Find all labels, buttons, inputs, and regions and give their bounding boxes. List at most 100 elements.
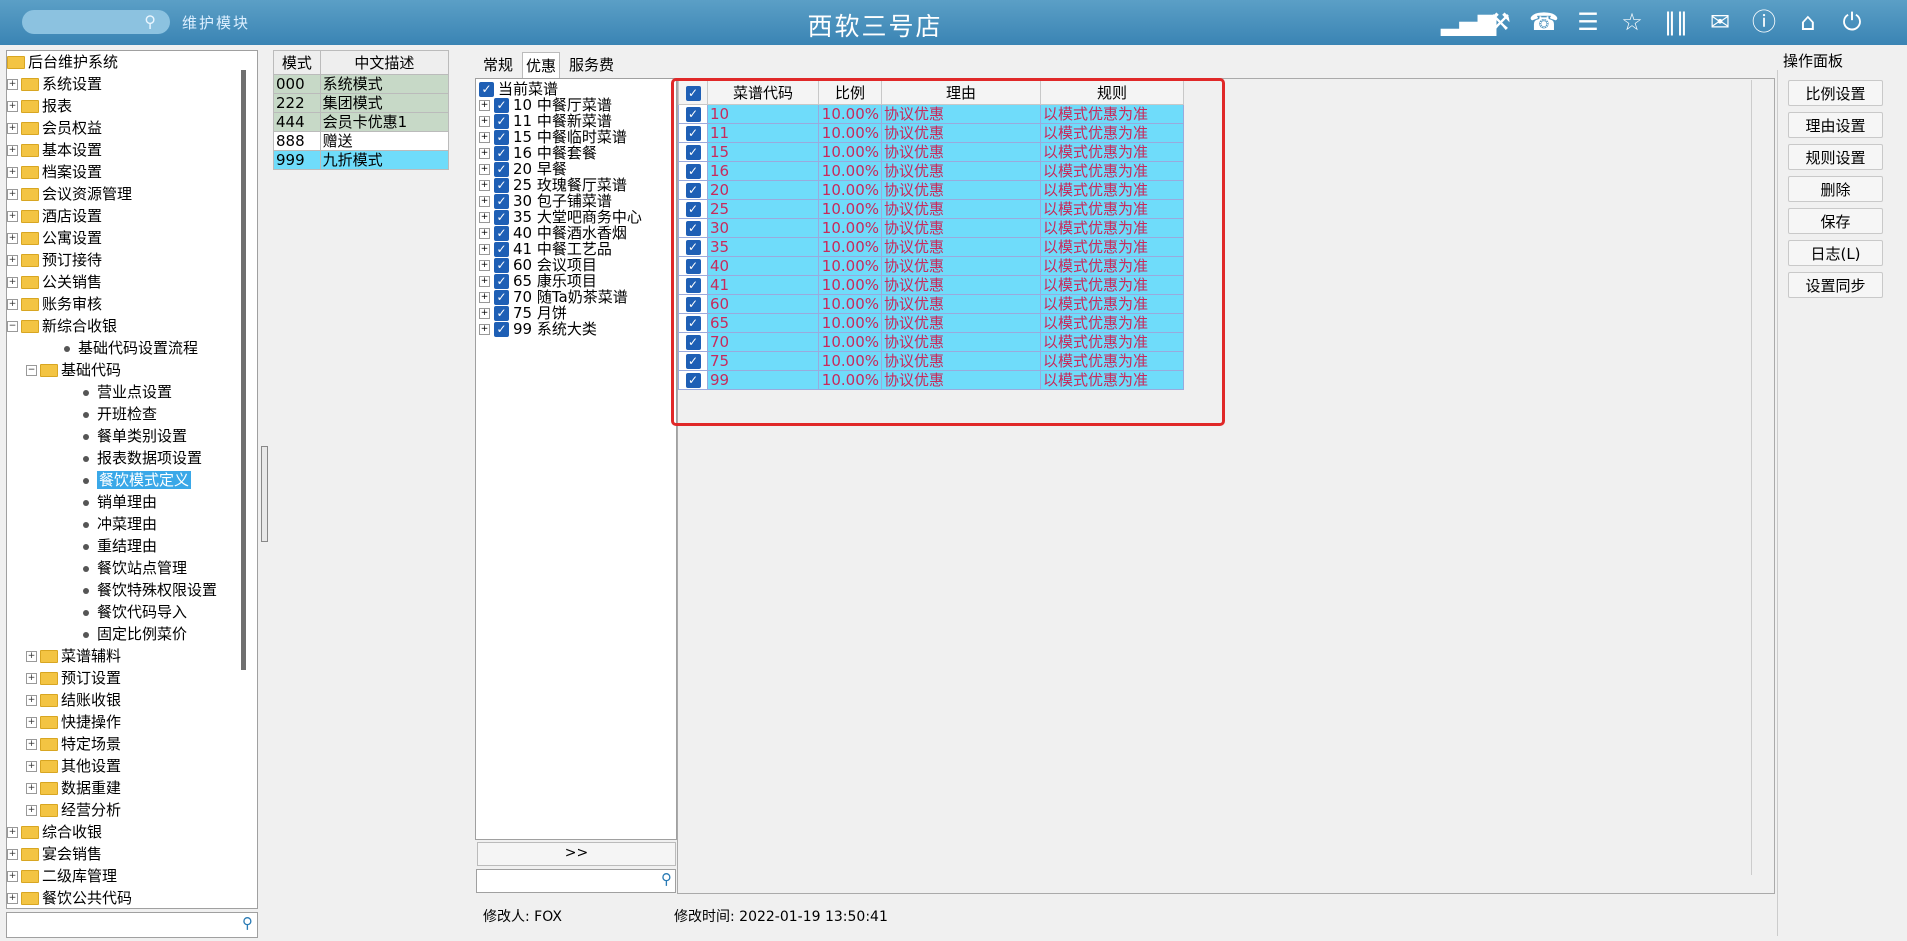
grid-cell-rule[interactable]: 以模式优惠为准: [1040, 237, 1184, 257]
grid-cell-rule[interactable]: 以模式优惠为准: [1040, 218, 1184, 238]
grid-cell-reason[interactable]: 协议优惠: [881, 256, 1041, 276]
check-icon[interactable]: ✓: [494, 274, 509, 289]
tree-item[interactable]: 报表数据项设置: [45, 447, 202, 469]
expand-icon[interactable]: +: [7, 893, 18, 904]
tree-item[interactable]: 开班检查: [45, 403, 157, 425]
log-button[interactable]: 日志(L): [1788, 240, 1883, 266]
grid-col-reason[interactable]: 理由: [881, 80, 1041, 105]
search-icon[interactable]: ⚲: [144, 12, 156, 31]
expand-icon[interactable]: +: [26, 717, 37, 728]
category-item[interactable]: + ✓ 15 中餐临时菜谱: [479, 129, 627, 145]
tree-item[interactable]: + 公关销售: [7, 271, 102, 293]
row-checkbox[interactable]: ✓: [678, 218, 708, 238]
module-search-input[interactable]: ⚲: [22, 10, 170, 34]
category-item[interactable]: + ✓ 70 随Ta奶茶菜谱: [479, 289, 628, 305]
grid-cell-reason[interactable]: 协议优惠: [881, 294, 1041, 314]
expand-icon[interactable]: +: [479, 292, 490, 303]
grid-cell-ratio[interactable]: 10.00%: [818, 313, 882, 333]
grid-cell-ratio[interactable]: 10.00%: [818, 142, 882, 162]
grid-cell-code[interactable]: 25: [707, 199, 819, 219]
grid-cell-reason[interactable]: 协议优惠: [881, 161, 1041, 181]
grid-cell-reason[interactable]: 协议优惠: [881, 104, 1041, 124]
grid-row[interactable]: ✓ 11 10.00% 协议优惠 以模式优惠为准: [678, 123, 1184, 143]
row-checkbox[interactable]: ✓: [678, 161, 708, 181]
expand-icon[interactable]: +: [26, 695, 37, 706]
category-item[interactable]: + ✓ 30 包子铺菜谱: [479, 193, 612, 209]
grid-cell-reason[interactable]: 协议优惠: [881, 218, 1041, 238]
row-checkbox[interactable]: ✓: [678, 123, 708, 143]
grid-cell-ratio[interactable]: 10.00%: [818, 332, 882, 352]
grid-cell-rule[interactable]: 以模式优惠为准: [1040, 123, 1184, 143]
row-checkbox[interactable]: ✓: [678, 313, 708, 333]
check-icon[interactable]: ✓: [494, 306, 509, 321]
desc-col-header[interactable]: 中文描述: [319, 50, 450, 75]
grid-col-code[interactable]: 菜谱代码: [707, 80, 819, 105]
grid-row[interactable]: ✓ 16 10.00% 协议优惠 以模式优惠为准: [678, 161, 1184, 181]
check-icon[interactable]: ✓: [494, 322, 509, 337]
home-icon[interactable]: ⌂: [1793, 6, 1823, 38]
grid-cell-reason[interactable]: 协议优惠: [881, 332, 1041, 352]
grid-row[interactable]: ✓ 35 10.00% 协议优惠 以模式优惠为准: [678, 237, 1184, 257]
tree-item[interactable]: 餐饮站点管理: [45, 557, 187, 579]
category-item[interactable]: + ✓ 41 中餐工艺品: [479, 241, 612, 257]
tree-item[interactable]: 固定比例菜价: [45, 623, 187, 645]
tree-item[interactable]: − 新综合收银: [7, 315, 117, 337]
check-icon[interactable]: ✓: [479, 82, 494, 97]
collapse-icon[interactable]: −: [26, 365, 37, 376]
row-checkbox[interactable]: ✓: [678, 142, 708, 162]
check-icon[interactable]: ✓: [494, 258, 509, 273]
expand-icon[interactable]: +: [7, 101, 18, 112]
expand-icon[interactable]: +: [479, 148, 490, 159]
grid-row[interactable]: ✓ 75 10.00% 协议优惠 以模式优惠为准: [678, 351, 1184, 371]
check-icon[interactable]: ✓: [494, 146, 509, 161]
mode-row[interactable]: 222 集团模式: [273, 93, 450, 113]
tree-item[interactable]: + 报表: [7, 95, 72, 117]
tree-item[interactable]: + 经营分析: [26, 799, 121, 821]
grid-cell-ratio[interactable]: 10.00%: [818, 161, 882, 181]
ratio-settings-button[interactable]: 比例设置: [1788, 80, 1883, 106]
check-icon[interactable]: ✓: [494, 114, 509, 129]
tree-item[interactable]: + 特定场景: [26, 733, 121, 755]
row-checkbox[interactable]: ✓: [678, 199, 708, 219]
grid-row[interactable]: ✓ 30 10.00% 协议优惠 以模式优惠为准: [678, 218, 1184, 238]
grid-cell-ratio[interactable]: 10.00%: [818, 370, 882, 390]
star-icon[interactable]: ☆: [1617, 6, 1647, 38]
grid-cell-code[interactable]: 30: [707, 218, 819, 238]
grid-row[interactable]: ✓ 41 10.00% 协议优惠 以模式优惠为准: [678, 275, 1184, 295]
tree-item[interactable]: 冲菜理由: [45, 513, 157, 535]
expand-icon[interactable]: +: [7, 849, 18, 860]
grid-cell-code[interactable]: 11: [707, 123, 819, 143]
grid-cell-ratio[interactable]: 10.00%: [818, 256, 882, 276]
search-icon[interactable]: ⚲: [661, 870, 672, 888]
grid-cell-rule[interactable]: 以模式优惠为准: [1040, 199, 1184, 219]
grid-cell-reason[interactable]: 协议优惠: [881, 237, 1041, 257]
tree-item[interactable]: + 其他设置: [26, 755, 121, 777]
tree-item[interactable]: + 会议资源管理: [7, 183, 132, 205]
grid-cell-rule[interactable]: 以模式优惠为准: [1040, 161, 1184, 181]
grid-col-rule[interactable]: 规则: [1040, 80, 1184, 105]
grid-row[interactable]: ✓ 65 10.00% 协议优惠 以模式优惠为准: [678, 313, 1184, 333]
power-icon[interactable]: ⏻: [1837, 6, 1867, 38]
expand-icon[interactable]: +: [7, 233, 18, 244]
check-icon[interactable]: ✓: [494, 210, 509, 225]
tree-item[interactable]: + 综合收银: [7, 821, 102, 843]
grid-row[interactable]: ✓ 70 10.00% 协议优惠 以模式优惠为准: [678, 332, 1184, 352]
expand-icon[interactable]: +: [479, 164, 490, 175]
expand-icon[interactable]: +: [479, 116, 490, 127]
grid-cell-ratio[interactable]: 10.00%: [818, 294, 882, 314]
grid-cell-code[interactable]: 16: [707, 161, 819, 181]
grid-cell-rule[interactable]: 以模式优惠为准: [1040, 275, 1184, 295]
grid-cell-rule[interactable]: 以模式优惠为准: [1040, 351, 1184, 371]
row-checkbox[interactable]: ✓: [678, 104, 708, 124]
row-checkbox[interactable]: ✓: [678, 180, 708, 200]
tree-scrollbar[interactable]: [241, 70, 246, 670]
tree-item[interactable]: 销单理由: [45, 491, 157, 513]
grid-cell-ratio[interactable]: 10.00%: [818, 237, 882, 257]
mode-row[interactable]: 000 系统模式: [273, 74, 450, 94]
grid-row[interactable]: ✓ 60 10.00% 协议优惠 以模式优惠为准: [678, 294, 1184, 314]
grid-cell-ratio[interactable]: 10.00%: [818, 199, 882, 219]
grid-cell-ratio[interactable]: 10.00%: [818, 351, 882, 371]
tree-item[interactable]: 餐饮代码导入: [45, 601, 187, 623]
expand-icon[interactable]: +: [26, 651, 37, 662]
mode-row[interactable]: 444 会员卡优惠1: [273, 112, 450, 132]
